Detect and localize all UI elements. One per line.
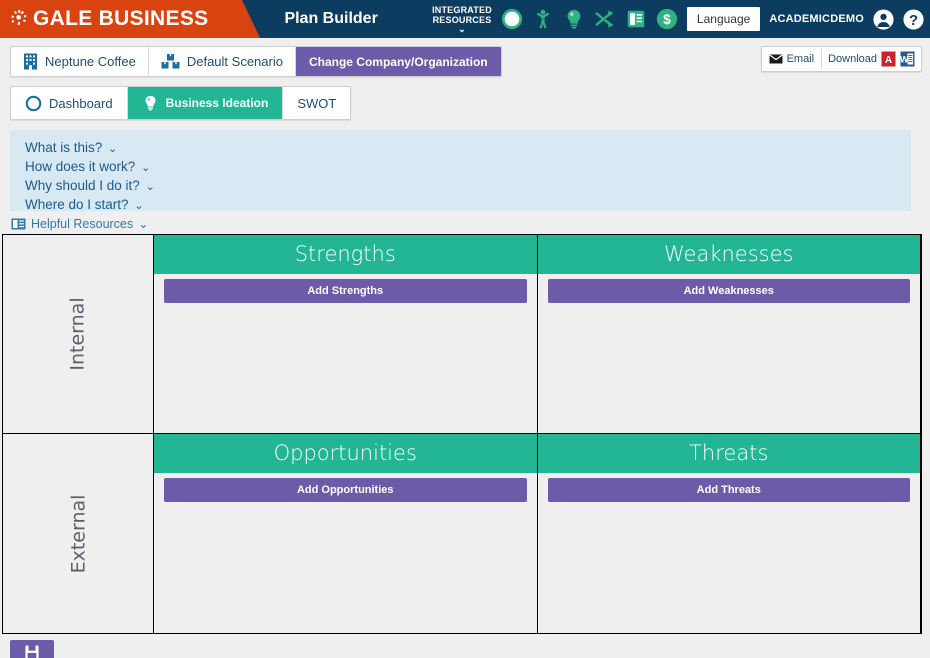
swot-quadrant-strengths-body[interactable] <box>154 303 537 433</box>
brand-block[interactable]: GALE BUSINESS <box>0 0 261 38</box>
header-right-tools: INTEGRATED RESOURCES ⌄ $ Language ACADEM… <box>432 5 930 34</box>
breadcrumb-company[interactable]: Neptune Coffee <box>11 47 149 76</box>
chevron-down-icon: ⌄ <box>145 181 155 193</box>
swot-quadrant-opportunities-body[interactable] <box>154 502 537 633</box>
breadcrumb-scenario-label: Default Scenario <box>186 54 283 69</box>
chevron-down-icon: ⌄ <box>138 217 149 231</box>
pdf-file-icon[interactable]: A <box>881 51 896 67</box>
info-panel: What is this? ⌄ How does it work? ⌄ Why … <box>10 130 911 212</box>
compass-icon <box>25 95 42 111</box>
email-button[interactable]: Email <box>762 49 823 69</box>
integrated-resources-line1: INTEGRATED <box>432 5 492 15</box>
info-link-what-is-this-label: What is this? <box>25 140 103 155</box>
book-icon[interactable] <box>625 8 647 30</box>
download-label: Download <box>828 53 877 65</box>
info-link-where-do-i-start[interactable]: Where do I start? ⌄ <box>25 196 144 215</box>
person-icon[interactable] <box>532 8 554 30</box>
axis-label-external-text: External <box>67 494 89 573</box>
tab-dashboard-label: Dashboard <box>49 95 113 111</box>
question-mark-icon[interactable]: ? <box>903 8 924 30</box>
swot-quadrant-strengths-title: Strengths <box>154 235 537 274</box>
brand-name: GALE BUSINESS <box>33 7 209 30</box>
footer-actions <box>0 634 930 658</box>
svg-text:?: ? <box>909 12 918 28</box>
chevron-down-icon: ⌄ <box>458 24 466 34</box>
resource-card-icon <box>11 218 26 229</box>
add-threats-button[interactable]: Add Threats <box>547 478 910 502</box>
swot-quadrant-weaknesses: Weaknesses Add Weaknesses <box>537 235 921 433</box>
dollar-icon[interactable]: $ <box>656 8 678 30</box>
chevron-down-icon: ⌄ <box>134 200 144 212</box>
account-name: ACADEMICDEMO <box>769 13 864 25</box>
info-link-what-is-this[interactable]: What is this? ⌄ <box>25 139 117 158</box>
add-strengths-button[interactable]: Add Strengths <box>164 279 527 303</box>
helpful-resources-toggle[interactable]: Helpful Resources ⌄ <box>11 216 149 231</box>
svg-text:W: W <box>900 55 909 65</box>
envelope-icon <box>769 54 783 64</box>
swot-row-internal: Internal Strengths Add Strengths Weaknes… <box>3 235 920 434</box>
lightbulb-icon[interactable] <box>563 8 585 30</box>
export-toolbar: Email Download A W <box>760 46 922 72</box>
boxes-icon <box>161 54 180 69</box>
tab-business-ideation-label: Business Ideation <box>165 96 269 110</box>
svg-text:$: $ <box>663 12 671 27</box>
email-label: Email <box>786 53 815 65</box>
app-title: Plan Builder <box>284 10 378 27</box>
axis-label-internal-text: Internal <box>66 297 89 371</box>
info-link-why-should-i-do-it[interactable]: Why should I do it? ⌄ <box>25 177 155 196</box>
save-button[interactable] <box>10 640 54 658</box>
swot-quadrant-threats-body[interactable] <box>538 502 921 633</box>
user-avatar-icon[interactable] <box>873 8 894 30</box>
word-file-icon[interactable]: W <box>900 51 915 67</box>
change-company-button[interactable]: Change Company/Organization <box>295 47 501 76</box>
language-button[interactable]: Language <box>686 7 761 31</box>
integrated-resources-menu[interactable]: INTEGRATED RESOURCES ⌄ <box>432 5 492 34</box>
save-icon <box>25 645 39 658</box>
breadcrumb: Neptune Coffee Default Scenario Change C… <box>10 46 502 77</box>
swot-quadrant-opportunities-title: Opportunities <box>154 434 537 473</box>
shuffle-icon[interactable] <box>594 8 616 30</box>
download-group: Download A W <box>822 47 921 71</box>
helpful-resources-label: Helpful Resources <box>31 216 134 231</box>
breadcrumb-row: Neptune Coffee Default Scenario Change C… <box>0 38 930 77</box>
lightbulb-icon <box>145 95 156 111</box>
swot-matrix: Internal Strengths Add Strengths Weaknes… <box>2 234 922 634</box>
swot-quadrant-weaknesses-title: Weaknesses <box>537 235 920 274</box>
tab-dashboard[interactable]: Dashboard <box>11 87 128 119</box>
info-link-where-do-i-start-label: Where do I start? <box>25 197 129 212</box>
tab-business-ideation[interactable]: Business Ideation <box>127 87 284 119</box>
add-weaknesses-button[interactable]: Add Weaknesses <box>547 279 910 303</box>
breadcrumb-company-label: Neptune Coffee <box>45 54 136 69</box>
axis-label-external: External <box>3 434 154 633</box>
axis-label-internal: Internal <box>3 235 154 433</box>
breadcrumb-scenario[interactable]: Default Scenario <box>148 47 296 76</box>
swot-row-external: External Opportunities Add Opportunities… <box>3 434 920 633</box>
info-link-how-does-it-work-label: How does it work? <box>25 159 136 174</box>
swot-quadrant-opportunities: Opportunities Add Opportunities <box>154 434 538 633</box>
swot-quadrant-threats: Threats Add Threats <box>537 434 921 633</box>
section-tabs: Dashboard Business Ideation SWOT <box>10 86 352 120</box>
gale-burst-logo-icon <box>11 9 27 26</box>
info-link-how-does-it-work[interactable]: How does it work? ⌄ <box>25 158 150 177</box>
info-link-why-should-i-do-it-label: Why should I do it? <box>25 178 140 193</box>
chevron-down-icon: ⌄ <box>108 143 118 155</box>
svg-text:A: A <box>885 55 892 66</box>
swot-quadrant-strengths: Strengths Add Strengths <box>154 235 538 433</box>
top-header-bar: GALE BUSINESS Plan Builder INTEGRATED RE… <box>0 0 930 38</box>
swot-quadrant-threats-title: Threats <box>537 434 920 473</box>
compass-icon[interactable] <box>501 8 523 30</box>
chevron-down-icon: ⌄ <box>141 162 151 174</box>
tab-swot-label: SWOT <box>297 95 337 111</box>
swot-quadrant-weaknesses-body[interactable] <box>538 303 921 433</box>
add-opportunities-button[interactable]: Add Opportunities <box>164 478 527 502</box>
tab-swot[interactable]: SWOT <box>283 87 351 119</box>
building-icon <box>24 53 37 70</box>
